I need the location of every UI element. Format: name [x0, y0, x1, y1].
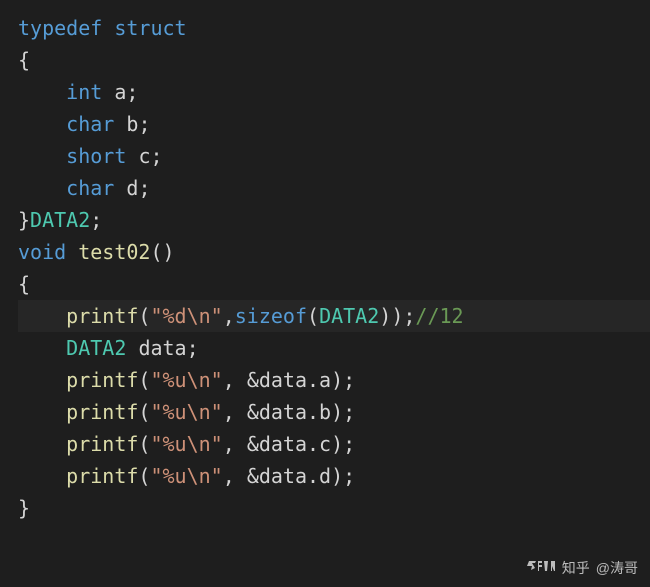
- rparen: ): [331, 368, 343, 392]
- line: }: [18, 496, 30, 520]
- func-printf: printf: [66, 432, 138, 456]
- semicolon: ;: [150, 144, 162, 168]
- func-printf: printf: [66, 304, 138, 328]
- line: int a;: [18, 80, 138, 104]
- comment: //12: [415, 304, 463, 328]
- line: void test02(): [18, 240, 175, 264]
- func-printf: printf: [66, 368, 138, 392]
- string-literal: "%u\n": [150, 400, 222, 424]
- parens: (): [150, 240, 174, 264]
- semicolon: ;: [187, 336, 199, 360]
- line: printf("%u\n", &data.b);: [18, 400, 355, 424]
- string-literal: "%u\n": [150, 464, 222, 488]
- func-printf: printf: [66, 464, 138, 488]
- semicolon: ;: [343, 368, 355, 392]
- rparen: ): [331, 400, 343, 424]
- func-name: test02: [78, 240, 150, 264]
- comma: ,: [223, 304, 235, 328]
- rparen: ): [331, 464, 343, 488]
- expr: &data.c: [247, 432, 331, 456]
- comma: ,: [223, 432, 247, 456]
- brace-open: {: [18, 48, 30, 72]
- type-short: short: [66, 144, 126, 168]
- lparen: (: [138, 400, 150, 424]
- type-char: char: [66, 176, 114, 200]
- keyword-sizeof: sizeof: [235, 304, 307, 328]
- line: char d;: [18, 176, 150, 200]
- expr: &data.a: [247, 368, 331, 392]
- lparen: (: [138, 368, 150, 392]
- var-c: c: [138, 144, 150, 168]
- var-d: d: [126, 176, 138, 200]
- func-printf: printf: [66, 400, 138, 424]
- line-highlighted: printf("%d\n",sizeof(DATA2));//12: [18, 300, 650, 332]
- lparen: (: [307, 304, 319, 328]
- line: printf("%u\n", &data.c);: [18, 432, 355, 456]
- rparen: ): [331, 432, 343, 456]
- lparen: (: [138, 432, 150, 456]
- line: short c;: [18, 144, 163, 168]
- lparen: (: [138, 464, 150, 488]
- semicolon: ;: [126, 80, 138, 104]
- brace-close: }: [18, 208, 30, 232]
- type-char: char: [66, 112, 114, 136]
- semicolon: ;: [138, 112, 150, 136]
- line: printf("%u\n", &data.d);: [18, 464, 355, 488]
- typename: DATA2: [66, 336, 126, 360]
- comma: ,: [223, 464, 247, 488]
- expr: &data.b: [247, 400, 331, 424]
- keyword-void: void: [18, 240, 66, 264]
- typedef-name: DATA2: [30, 208, 90, 232]
- var-data: data: [138, 336, 186, 360]
- watermark-brand: 知乎: [562, 557, 590, 579]
- rparen: ): [391, 304, 403, 328]
- semicolon: ;: [343, 400, 355, 424]
- code-block: typedef struct { int a; char b; short c;…: [18, 12, 650, 524]
- watermark: 知乎 @涛哥: [526, 557, 638, 579]
- type-int: int: [66, 80, 102, 104]
- keyword-struct: struct: [114, 16, 186, 40]
- semicolon: ;: [343, 464, 355, 488]
- rparen: ): [379, 304, 391, 328]
- semicolon: ;: [403, 304, 415, 328]
- line: char b;: [18, 112, 150, 136]
- comma: ,: [223, 400, 247, 424]
- var-b: b: [126, 112, 138, 136]
- string-literal: "%u\n": [150, 432, 222, 456]
- line: }DATA2;: [18, 208, 102, 232]
- typename: DATA2: [319, 304, 379, 328]
- watermark-author: @涛哥: [596, 557, 638, 579]
- line: printf("%u\n", &data.a);: [18, 368, 355, 392]
- semicolon: ;: [138, 176, 150, 200]
- line: DATA2 data;: [18, 336, 199, 360]
- line: {: [18, 272, 30, 296]
- expr: &data.d: [247, 464, 331, 488]
- line: typedef struct: [18, 16, 187, 40]
- line: {: [18, 48, 30, 72]
- lparen: (: [138, 304, 150, 328]
- string-literal: "%d\n": [150, 304, 222, 328]
- comma: ,: [223, 368, 247, 392]
- zhihu-logo-icon: [526, 557, 556, 579]
- keyword-typedef: typedef: [18, 16, 102, 40]
- semicolon: ;: [90, 208, 102, 232]
- semicolon: ;: [343, 432, 355, 456]
- brace-open: {: [18, 272, 30, 296]
- string-literal: "%u\n": [150, 368, 222, 392]
- brace-close: }: [18, 496, 30, 520]
- var-a: a: [114, 80, 126, 104]
